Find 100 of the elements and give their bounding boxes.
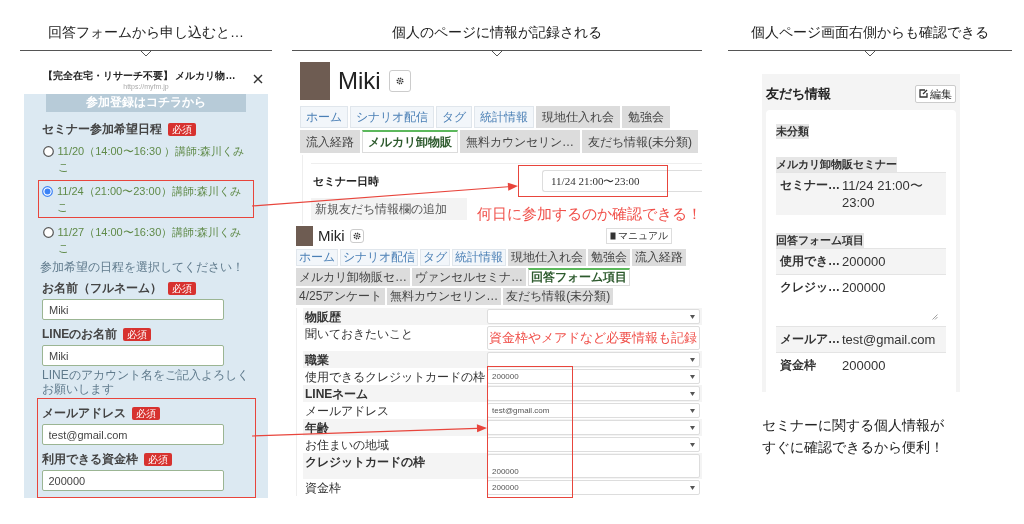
- caret-icon: [690, 425, 695, 430]
- section-heading: 回答フォームから申し込むと…: [48, 23, 244, 42]
- profile-name: Miki: [338, 66, 381, 96]
- required-badge: 必須: [123, 327, 152, 341]
- tab[interactable]: タグ: [436, 106, 472, 128]
- tab[interactable]: メルカリ卸物販セ…: [296, 268, 410, 286]
- field-label: 物販歴: [305, 310, 341, 324]
- section-heading: 個人ページ画面右側からも確認できる: [751, 23, 989, 42]
- field-value: 200000: [842, 252, 886, 270]
- tab[interactable]: 4/25アンケート: [296, 288, 386, 305]
- field-value: 200000: [842, 356, 886, 374]
- required-badge: 必須: [131, 406, 160, 420]
- close-icon: [253, 74, 263, 84]
- resize-grip-icon: [932, 313, 938, 320]
- select-field[interactable]: [487, 420, 700, 435]
- settings-button[interactable]: [349, 229, 364, 243]
- required-badge: 必須: [143, 452, 172, 466]
- tab[interactable]: 勉強会: [622, 106, 670, 128]
- annotation-text: 何日に参加するのか確認できる！: [477, 204, 702, 224]
- profile-name: Miki: [318, 227, 345, 245]
- textarea-field[interactable]: 200000: [487, 454, 700, 478]
- tab[interactable]: 現地仕入れ会: [508, 249, 586, 266]
- tab[interactable]: 無料カウンセリン…: [387, 288, 502, 305]
- select-field[interactable]: [487, 437, 700, 452]
- edit-icon: [919, 89, 928, 99]
- field-label: 利用できる資金枠: [41, 451, 138, 467]
- group-title: 未分類: [776, 123, 809, 139]
- field-label: お名前（フルネーム）: [42, 280, 162, 296]
- field-label: セミナー参加希望日程: [42, 121, 162, 137]
- field-value: 11/24 21:00〜23:00: [842, 176, 924, 211]
- field-label: 使用でき…: [779, 252, 841, 270]
- field-label: 資金枠: [305, 481, 341, 495]
- tab[interactable]: 現地仕入れ会: [536, 106, 620, 128]
- group-title: 回答フォーム項目: [776, 232, 864, 248]
- tab[interactable]: ヴァンセルセミナ…: [412, 268, 526, 286]
- hint-text: LINEのアカウント名をご記入よろしくお願いします: [42, 368, 250, 396]
- edit-button[interactable]: 編集: [915, 84, 956, 103]
- tab[interactable]: 流入経路: [632, 249, 686, 266]
- gear-icon: [352, 232, 361, 240]
- caret-icon: [690, 442, 695, 447]
- tab[interactable]: メルカリ卸物販: [362, 130, 458, 153]
- field-label: 年齢: [305, 421, 329, 435]
- caret-icon: [690, 408, 695, 413]
- field-label: メールア…: [779, 330, 841, 348]
- book-icon: [610, 232, 616, 240]
- tab[interactable]: シナリオ配信: [340, 249, 418, 266]
- required-badge: 必須: [168, 122, 196, 136]
- group-title: メルカリ卸物販セミナー: [776, 156, 897, 172]
- input-field[interactable]: Miki: [42, 345, 224, 366]
- field-label: 聞いておきたいこと: [305, 327, 413, 341]
- field-label: メールアドレス: [41, 405, 126, 421]
- field-label: クレジッ…: [779, 278, 841, 296]
- tab[interactable]: 流入経路: [300, 130, 360, 153]
- tab[interactable]: タグ: [420, 249, 450, 266]
- input-field[interactable]: 11/24 21:00〜23:00: [542, 170, 702, 192]
- field-label: クレジットカードの枠: [305, 455, 425, 469]
- tab[interactable]: 回答フォーム項目: [528, 268, 630, 286]
- input-field[interactable]: 200000: [41, 470, 224, 491]
- field-label: セミナー…: [779, 176, 841, 194]
- tab[interactable]: 友だち情報(未分類): [582, 130, 698, 153]
- field-label: LINEのお名前: [42, 326, 118, 342]
- add-field-link[interactable]: 新規友だち情報欄の追加: [311, 198, 467, 220]
- caption-text: セミナーに関する個人情報が: [762, 416, 945, 435]
- avatar-placeholder: [300, 62, 330, 100]
- caret-icon: [690, 374, 695, 379]
- caret-icon: [690, 485, 695, 490]
- tab[interactable]: 無料カウンセリン…: [460, 130, 580, 153]
- select-field[interactable]: [487, 352, 700, 367]
- avatar-placeholder: [296, 226, 313, 246]
- tab[interactable]: 統計情報: [452, 249, 506, 266]
- field-value: 200000: [842, 278, 886, 296]
- select-field[interactable]: [487, 309, 700, 324]
- manual-button[interactable]: マニュアル: [606, 228, 672, 244]
- field-label: 職業: [305, 353, 329, 367]
- field-label: 資金枠: [779, 356, 817, 374]
- caption-text: すぐに確認できるから便利！: [762, 438, 945, 457]
- tab[interactable]: 友だち情報(未分類): [503, 288, 614, 305]
- caret-icon: [690, 357, 695, 362]
- input-field[interactable]: Miki: [42, 299, 224, 320]
- select-field[interactable]: [487, 386, 700, 401]
- gear-icon: [395, 77, 404, 85]
- caret-icon: [690, 314, 695, 319]
- caret-icon: [690, 391, 695, 396]
- select-field[interactable]: test@gmail.com: [487, 403, 700, 418]
- field-label: セミナー日時: [312, 173, 379, 189]
- select-field[interactable]: 200000: [487, 369, 700, 384]
- field-label: LINEネーム: [305, 387, 369, 401]
- tab[interactable]: ホーム: [300, 106, 348, 128]
- tab[interactable]: 勉強会: [588, 249, 630, 266]
- input-field[interactable]: test@gmail.com: [41, 424, 224, 445]
- close-button[interactable]: [252, 73, 264, 85]
- select-field[interactable]: 200000: [487, 480, 700, 495]
- tab[interactable]: ホーム: [296, 249, 338, 266]
- field-label: 使用できるクレジットカードの枠: [305, 370, 485, 384]
- hint-text: 参加希望の日程を選択してください！: [39, 260, 245, 274]
- field-label: メールアドレス: [305, 404, 389, 418]
- panel-title: 友だち情報: [766, 85, 831, 103]
- tab[interactable]: シナリオ配信: [350, 106, 434, 128]
- section-heading: 個人のページに情報が記録される: [392, 23, 602, 42]
- tab[interactable]: 統計情報: [474, 106, 534, 128]
